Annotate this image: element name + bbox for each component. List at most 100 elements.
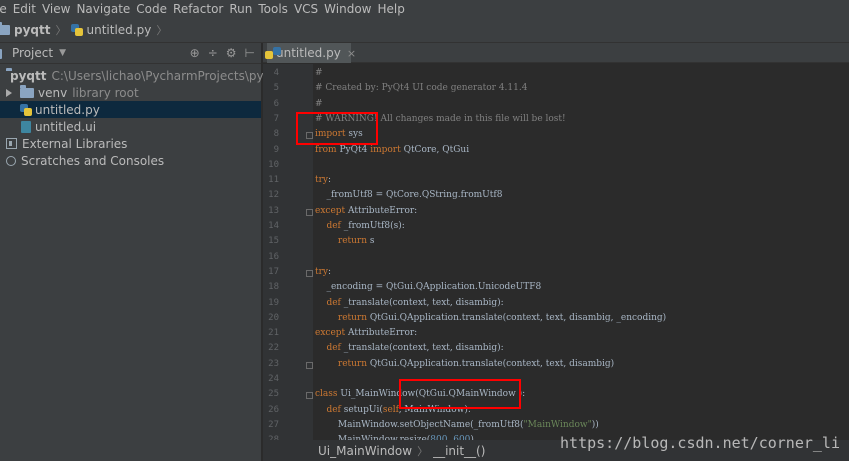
- code-line: def _fromUtf8(s):: [326, 221, 405, 231]
- menu-run[interactable]: Run: [229, 2, 258, 16]
- code-line: #: [315, 98, 323, 109]
- line-number: 26: [268, 404, 279, 415]
- code-line: #: [315, 68, 323, 78]
- menu-window[interactable]: Window: [324, 2, 377, 16]
- close-icon[interactable]: ×: [347, 47, 356, 60]
- code-line: MainWindow.setObjectName(_fromUtf8("Main…: [315, 419, 599, 430]
- menu-refactor[interactable]: Refactor: [173, 2, 229, 16]
- code-line: _fromUtf8 = QtCore.QString.fromUtf8: [315, 190, 503, 201]
- project-view-icon: [0, 49, 2, 59]
- line-number: 27: [268, 419, 279, 430]
- menu-edit[interactable]: Edit: [13, 2, 42, 16]
- chevron-right-icon: 〉: [417, 444, 429, 458]
- editor-tab-bar: untitled.py ×: [263, 43, 849, 63]
- fold-marker-icon[interactable]: [306, 361, 313, 369]
- code-line: def _translate(context, text, disambig):: [326, 297, 504, 308]
- fold-marker-icon[interactable]: [306, 208, 313, 216]
- tab-untitled-py[interactable]: untitled.py ×: [265, 43, 356, 63]
- line-number: 14: [268, 221, 279, 231]
- highlight-box-base-class: [399, 379, 521, 409]
- tree-item-untitled-ui[interactable]: untitled.ui: [0, 118, 261, 135]
- line-number: 10: [268, 159, 279, 170]
- line-number: 18: [268, 282, 279, 293]
- tab-label: untitled.py: [276, 46, 341, 60]
- menu-tools[interactable]: Tools: [258, 2, 294, 16]
- tree-item-label: untitled.py: [35, 102, 100, 117]
- chevron-down-icon[interactable]: ▼: [59, 48, 66, 58]
- code-line: _encoding = QtGui.QApplication.UnicodeUT…: [315, 282, 542, 293]
- code-line: from PyQt4 import QtCore, QtGui: [315, 144, 470, 155]
- code-line: except AttributeError:: [315, 328, 418, 339]
- tree-item-detail: library root: [72, 85, 139, 100]
- code-line: return s: [337, 236, 375, 247]
- tree-item-label: External Libraries: [22, 136, 128, 151]
- line-number: 8: [273, 129, 279, 140]
- ui-file-icon: [21, 120, 31, 133]
- fold-marker-icon[interactable]: [306, 269, 313, 277]
- line-number: 4: [273, 68, 279, 78]
- line-number: 7: [273, 113, 279, 124]
- breadcrumb-method[interactable]: __init__(): [433, 444, 485, 458]
- sync-icon[interactable]: ⊕: [190, 46, 200, 60]
- line-number: 16: [268, 251, 279, 262]
- project-panel: Project ▼ ⊕ ÷ ⚙ ⊢ pyqtt C:\Users\lichao\…: [0, 43, 281, 461]
- tree-item-scratches[interactable]: Scratches and Consoles: [0, 152, 261, 169]
- line-number: 13: [268, 205, 279, 216]
- tree-item-label: venv: [38, 85, 68, 100]
- fold-marker-icon[interactable]: [306, 392, 313, 400]
- python-file-icon: [71, 23, 84, 36]
- tree-item-pyqtt[interactable]: pyqtt C:\Users\lichao\PycharmProjects\py…: [0, 67, 281, 84]
- project-panel-header: Project ▼ ⊕ ÷ ⚙ ⊢: [0, 43, 261, 64]
- python-file-icon: [20, 103, 32, 116]
- code-line: return QtGui.QApplication.translate(cont…: [337, 358, 615, 369]
- navigation-bar: pyqtt 〉 untitled.py 〉: [0, 17, 849, 43]
- tree-item-venv[interactable]: venv library root: [0, 84, 261, 101]
- line-number: 19: [268, 297, 279, 308]
- code-editor[interactable]: # # Created by: PyQt4 UI code generator 4…: [313, 64, 849, 440]
- code-line: # Created by: PyQt4 UI code generator 4.…: [315, 83, 528, 94]
- expand-arrow-icon[interactable]: [6, 88, 12, 97]
- gear-icon[interactable]: ⚙: [226, 46, 237, 60]
- menu-vcs[interactable]: VCS: [294, 2, 324, 16]
- menu-navigate[interactable]: Navigate: [76, 2, 136, 16]
- watermark: https://blog.csdn.net/corner_li: [560, 434, 840, 452]
- line-number: 15: [268, 236, 279, 247]
- folder-icon: [20, 84, 34, 98]
- tree-item-label: pyqtt: [10, 68, 47, 83]
- line-number: 6: [273, 98, 279, 109]
- code-line: except AttributeError:: [315, 205, 418, 216]
- code-line: def _translate(context, text, disambig):: [326, 343, 504, 354]
- project-panel-title[interactable]: Project: [12, 46, 53, 60]
- line-number: 22: [268, 343, 279, 354]
- line-number: 17: [268, 266, 279, 277]
- line-number: 5: [273, 83, 279, 94]
- code-line: try:: [315, 175, 332, 186]
- code-line: try:: [315, 266, 332, 277]
- line-number: 25: [268, 389, 279, 400]
- tree-item-external-libraries[interactable]: External Libraries: [0, 135, 261, 152]
- nav-project-label: pyqtt: [14, 22, 51, 37]
- collapse-icon[interactable]: ÷: [208, 46, 218, 60]
- nav-project[interactable]: pyqtt: [0, 21, 51, 37]
- tree-item-untitled-py[interactable]: untitled.py: [0, 101, 261, 118]
- nav-file[interactable]: untitled.py: [71, 23, 151, 37]
- menu-bar: le Edit View Navigate Code Refactor Run …: [0, 0, 849, 17]
- line-number: 12: [268, 190, 279, 201]
- menu-file[interactable]: le: [0, 2, 13, 16]
- hide-panel-icon[interactable]: ⊢: [245, 46, 255, 60]
- menu-help[interactable]: Help: [377, 2, 410, 16]
- menu-code[interactable]: Code: [136, 2, 173, 16]
- menu-view[interactable]: View: [42, 2, 76, 16]
- project-panel-tools: ⊕ ÷ ⚙ ⊢: [190, 46, 255, 60]
- nav-file-label: untitled.py: [86, 22, 152, 37]
- line-number: 11: [268, 175, 279, 186]
- line-number: 9: [273, 144, 279, 155]
- line-number: 23: [268, 358, 279, 369]
- breadcrumb-class[interactable]: Ui_MainWindow: [318, 444, 412, 458]
- tree-item-label: untitled.ui: [35, 119, 97, 134]
- line-number: 24: [268, 374, 279, 384]
- scratches-icon: [6, 155, 16, 166]
- tree-item-label: Scratches and Consoles: [21, 153, 165, 168]
- library-icon: [6, 138, 17, 149]
- code-line: return QtGui.QApplication.translate(cont…: [337, 312, 667, 323]
